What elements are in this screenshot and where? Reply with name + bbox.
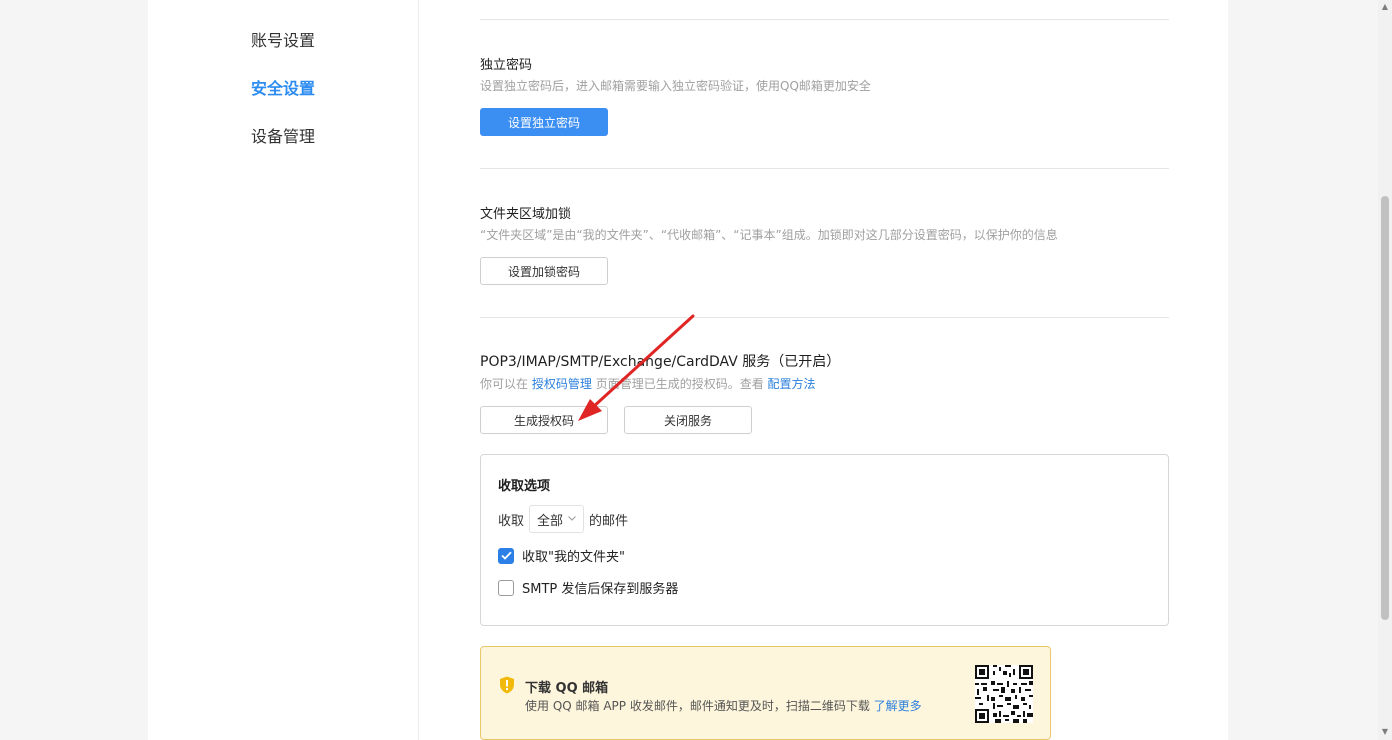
receive-my-folders-option[interactable]: 收取"我的文件夹": [498, 546, 625, 565]
receive-scope-suffix: 的邮件: [589, 513, 629, 529]
chevron-down-icon: [568, 514, 576, 524]
sidebar-item-device-management[interactable]: 设备管理: [251, 123, 315, 147]
scrollbar-thumb[interactable]: [1381, 196, 1389, 620]
receive-options-panel: 收取选项 收取 全部 的邮件 收取"我的文件夹" SMTP 发信后保存到服务器: [480, 454, 1169, 626]
settings-sidebar: 账号设置 安全设置 设备管理: [148, 0, 419, 740]
independent-password-desc: 设置独立密码后，进入邮箱需要输入独立密码验证，使用QQ邮箱更加安全: [480, 79, 871, 93]
shield-warning-icon: [499, 676, 515, 694]
set-lock-password-button[interactable]: 设置加锁密码: [480, 257, 608, 285]
smtp-save-to-server-label: SMTP 发信后保存到服务器: [522, 582, 679, 597]
download-app-desc: 使用 QQ 邮箱 APP 收发邮件，邮件通知更及时，扫描二维码下载 了解更多: [525, 697, 922, 714]
folder-lock-desc: “文件夹区域”是由“我的文件夹”、“代收邮箱”、“记事本”组成。加锁即对这几部分…: [480, 228, 1058, 242]
close-service-button[interactable]: 关闭服务: [624, 406, 752, 434]
vertical-scrollbar[interactable]: ▲ ▼: [1378, 0, 1392, 740]
scroll-up-icon[interactable]: ▲: [1381, 3, 1389, 11]
sidebar-item-account-settings[interactable]: 账号设置: [251, 27, 315, 51]
download-app-title: 下载 QQ 邮箱: [525, 681, 609, 696]
settings-page: 账号设置 安全设置 设备管理 独立密码 设置独立密码后，进入邮箱需要输入独立密码…: [148, 0, 1228, 740]
receive-scope-row: 收取 全部 的邮件: [498, 505, 628, 533]
mail-service-title: POP3/IMAP/SMTP/Exchange/CardDAV 服务（已开启）: [480, 354, 841, 370]
learn-more-link[interactable]: 了解更多: [874, 699, 922, 713]
set-independent-password-button[interactable]: 设置独立密码: [480, 108, 608, 136]
auth-code-management-link[interactable]: 授权码管理: [532, 377, 592, 391]
scroll-down-icon[interactable]: ▼: [1381, 728, 1389, 736]
receive-my-folders-label: 收取"我的文件夹": [522, 550, 625, 565]
download-app-desc-text: 使用 QQ 邮箱 APP 收发邮件，邮件通知更及时，扫描二维码下载: [525, 699, 870, 713]
config-method-link[interactable]: 配置方法: [768, 377, 816, 391]
section-divider: [480, 317, 1169, 318]
generate-auth-code-button[interactable]: 生成授权码: [480, 406, 608, 434]
qr-code-icon: [975, 665, 1033, 723]
smtp-save-to-server-option[interactable]: SMTP 发信后保存到服务器: [498, 578, 678, 597]
download-app-banner: 下载 QQ 邮箱 使用 QQ 邮箱 APP 收发邮件，邮件通知更及时，扫描二维码…: [480, 646, 1051, 740]
independent-password-title: 独立密码: [480, 58, 533, 73]
section-divider: [480, 19, 1169, 20]
checkbox-unchecked-icon[interactable]: [498, 579, 514, 596]
receive-scope-select[interactable]: 全部: [529, 505, 585, 533]
folder-lock-title: 文件夹区域加锁: [480, 207, 572, 222]
section-divider: [480, 168, 1169, 169]
mail-service-desc: 你可以在 授权码管理 页面管理已生成的授权码。查看 配置方法: [480, 375, 816, 392]
receive-options-title: 收取选项: [498, 479, 551, 494]
security-settings-content: 独立密码 设置独立密码后，进入邮箱需要输入独立密码验证，使用QQ邮箱更加安全 设…: [480, 0, 1170, 740]
mail-service-desc-prefix: 你可以在: [480, 377, 529, 391]
checkbox-checked-icon[interactable]: [498, 547, 514, 564]
sidebar-item-security-settings[interactable]: 安全设置: [251, 75, 315, 99]
mail-service-desc-middle: 页面管理已生成的授权码。查看: [595, 377, 764, 391]
receive-scope-prefix: 收取: [498, 513, 525, 529]
receive-scope-value: 全部: [537, 513, 564, 529]
